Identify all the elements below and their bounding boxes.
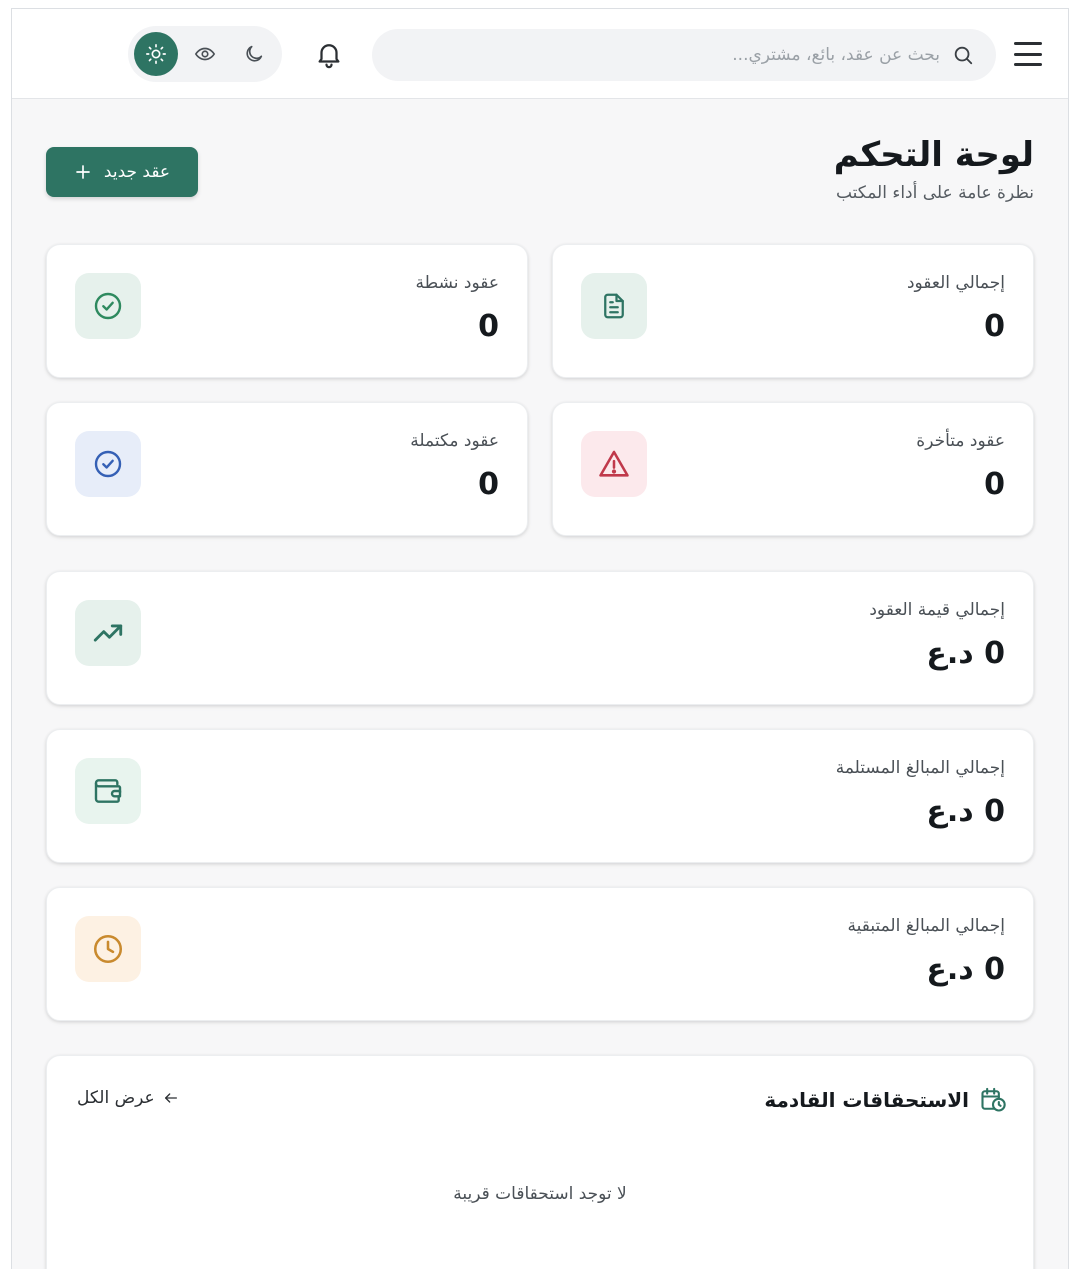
contracts-value-card[interactable]: إجمالي قيمة العقود 0 د.ع [46,571,1034,705]
remaining-amount-label: إجمالي المبالغ المتبقية [847,916,1006,936]
moon-icon [246,45,263,62]
wallet-icon-box [75,758,141,824]
eye-icon [194,47,216,61]
overdue-contracts-label: عقود متأخرة [916,431,1005,451]
plus-icon [76,165,90,179]
received-amount-value: 0 د.ع [926,794,1005,829]
upcoming-dues-panel: الاستحقاقات القادمة عرض الكل لا توجد است… [46,1055,1034,1269]
completed-contracts-label: عقود مكتملة [410,431,499,451]
search-input[interactable] [372,45,940,65]
view-all-label: عرض الكل [77,1088,155,1108]
sun-icon [146,44,166,64]
trending-icon-box [75,600,141,666]
received-amount-card[interactable]: إجمالي المبالغ المستلمة 0 د.ع [46,729,1034,863]
overdue-contracts-value: 0 [984,467,1005,502]
reading-mode-button[interactable] [183,32,227,76]
empty-state-message: لا توجد استحقاقات قريبة [453,1184,627,1204]
new-contract-button[interactable]: عقد جديد [46,147,198,197]
dark-mode-button[interactable] [232,32,276,76]
view-all-link[interactable]: عرض الكل [77,1088,179,1108]
view-mode-toggle [128,26,282,82]
light-mode-button[interactable] [134,32,178,76]
total-contracts-card[interactable]: إجمالي العقود 0 [552,244,1034,378]
notifications-button[interactable] [314,39,344,69]
arrow-left-icon [164,1093,177,1103]
clock-icon [93,934,123,964]
warning-icon-box [581,431,647,497]
active-contracts-value: 0 [478,309,499,344]
top-bar [12,9,1068,99]
page-subtitle: نظرة عامة على أداء المكتب [835,183,1034,203]
contracts-value-label: إجمالي قيمة العقود [869,600,1005,620]
menu-icon-line [1014,63,1042,66]
search-icon [954,46,973,65]
contracts-value-amount: 0 د.ع [926,636,1005,671]
menu-icon-line [1014,42,1042,45]
overdue-contracts-card[interactable]: عقود متأخرة 0 [552,402,1034,536]
document-icon-box [581,273,647,339]
page-title: لوحة التحكم [833,135,1034,175]
check-icon-box-blue [75,431,141,497]
document-icon [604,293,624,319]
active-contracts-label: عقود نشطة [415,273,499,293]
remaining-amount-card[interactable]: إجمالي المبالغ المتبقية 0 د.ع [46,887,1034,1021]
completed-contracts-value: 0 [478,467,499,502]
total-contracts-label: إجمالي العقود [906,273,1005,293]
received-amount-label: إجمالي المبالغ المستلمة [835,758,1005,778]
active-contracts-card[interactable]: عقود نشطة 0 [46,244,528,378]
clock-icon-box [75,916,141,982]
bell-icon [318,44,340,69]
search-bar[interactable] [372,29,996,81]
check-circle-icon [94,292,122,320]
completed-contracts-card[interactable]: عقود مكتملة 0 [46,402,528,536]
remaining-amount-value: 0 د.ع [926,952,1005,987]
check-icon-box [75,273,141,339]
upcoming-dues-title: الاستحقاقات القادمة [764,1088,969,1112]
check-circle-icon [94,450,122,478]
new-contract-label: عقد جديد [103,162,171,182]
trending-up-icon [93,624,123,642]
app-frame: لوحة التحكم نظرة عامة على أداء المكتب عق… [11,8,1069,1269]
wallet-icon [94,779,122,803]
menu-icon-line [1014,52,1042,56]
menu-button[interactable] [1014,42,1042,66]
calendar-clock-icon [981,1087,1006,1112]
warning-icon [599,450,629,477]
total-contracts-value: 0 [984,309,1005,344]
